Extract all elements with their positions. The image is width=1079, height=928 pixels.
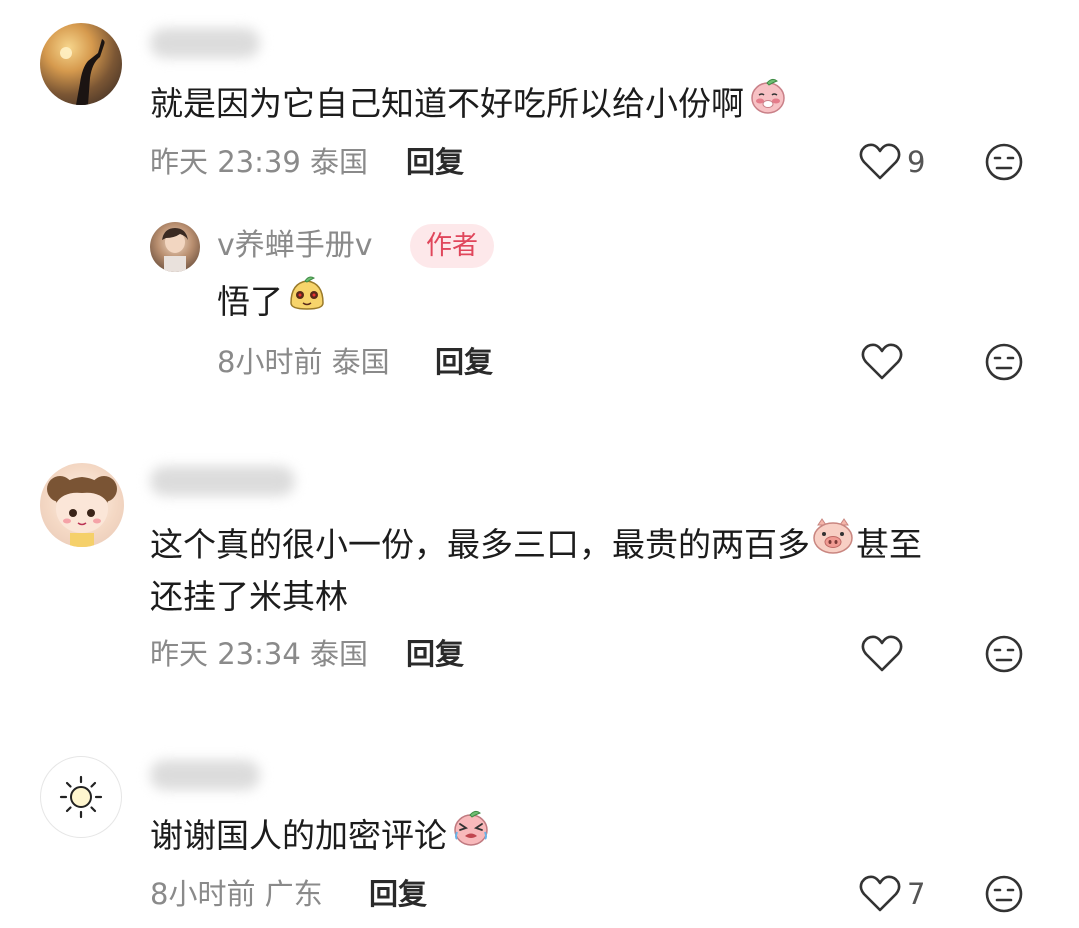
like-button[interactable] [858,142,902,182]
avatar-silhouette [60,39,105,105]
comment-meta: 8小时前 广东 [150,874,323,914]
heart-outline-icon [859,143,901,180]
reply-button[interactable]: 回复 [369,874,427,914]
comment-location: 泰国 [310,145,369,179]
username-blurred[interactable] [150,760,260,790]
comment-location: 广东 [264,877,323,911]
heart-outline-icon [861,635,903,672]
neutral-face-icon [985,635,1023,673]
comment-text-line1-tail: 甚至 [856,525,922,564]
dislike-button[interactable] [984,634,1024,674]
comment-location: 泰国 [310,637,369,671]
author-name[interactable]: v养蝉手册v [217,226,373,266]
comment-text: 谢谢国人的加密评论 [150,810,491,865]
reply-time: 8小时前 [217,345,323,379]
avatar-figure [162,228,188,272]
reply-meta: 8小时前 泰国 [217,342,390,382]
reply-location: 泰国 [331,345,390,379]
neutral-face-icon [985,875,1023,913]
dislike-button[interactable] [984,142,1024,182]
like-button[interactable] [858,874,902,914]
reply-text: 悟了 [217,276,327,331]
reply-text-content: 悟了 [217,282,283,321]
comment-text: 就是因为它自己知道不好吃所以给小份啊 [150,78,788,133]
heart-outline-icon [859,875,901,912]
comment-meta: 昨天 23:34 泰国 [150,634,368,674]
crying-peach-emoji-icon [451,807,491,862]
avatar[interactable] [40,23,122,105]
like-button[interactable] [860,634,904,674]
reply-button[interactable]: 回复 [406,142,464,182]
comment-text-content: 谢谢国人的加密评论 [150,816,447,855]
reply-button[interactable]: 回复 [406,634,464,674]
comment-text: 还挂了米其林 [150,571,348,623]
dislike-button[interactable] [984,874,1024,914]
like-count: 7 [907,877,926,911]
comment-text-line1: 这个真的很小一份，最多三口，最贵的两百多 [150,525,810,564]
heart-outline-icon [861,343,903,380]
neutral-face-icon [985,343,1023,381]
username-blurred[interactable] [150,28,260,58]
author-avatar[interactable] [150,222,200,272]
author-badge: 作者 [410,224,495,268]
sun-icon [59,775,103,819]
comment-time: 昨天 23:34 [150,637,301,671]
avatar[interactable] [40,756,122,838]
comment-text-content: 就是因为它自己知道不好吃所以给小份啊 [150,84,744,123]
comment-time: 昨天 23:39 [150,145,301,179]
like-count: 9 [907,145,926,179]
comment-text: 这个真的很小一份，最多三口，最贵的两百多 甚至 [150,517,922,573]
comment-meta: 昨天 23:39 泰国 [150,142,368,182]
dislike-button[interactable] [984,342,1024,382]
blushing-peach-emoji-icon [748,75,788,130]
avatar[interactable] [40,463,124,547]
pig-face-emoji-icon [812,517,854,570]
like-button[interactable] [860,342,904,382]
reply-button[interactable]: 回复 [435,342,493,382]
yellow-bun-emoji-icon [287,273,327,328]
comment-text-line2: 还挂了米其林 [150,577,348,616]
comment-time: 8小时前 [150,877,256,911]
neutral-face-icon [985,143,1023,181]
avatar-cartoon-girl [47,476,117,547]
username-blurred[interactable] [150,466,295,496]
